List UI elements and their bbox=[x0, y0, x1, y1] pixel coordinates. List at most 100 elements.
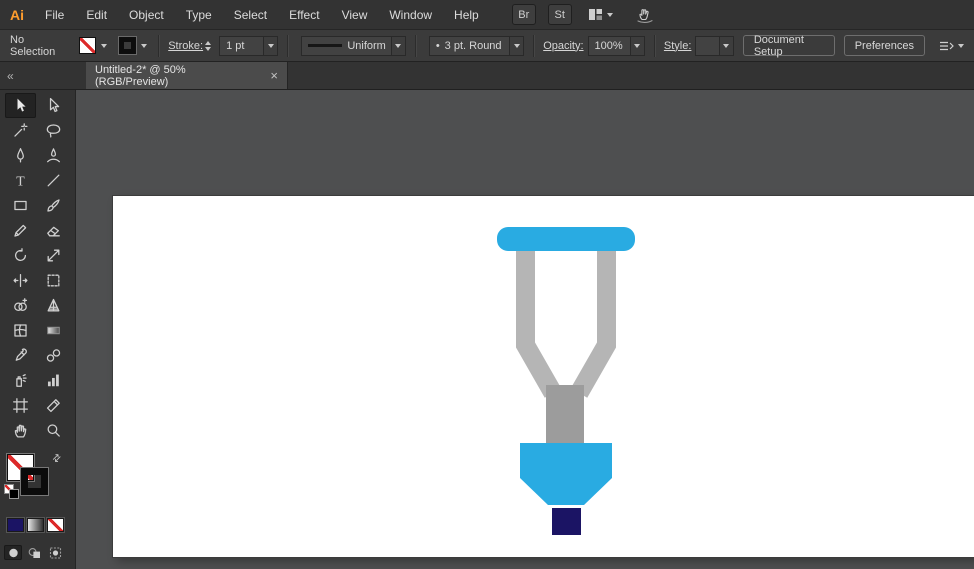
style-dropdown[interactable] bbox=[719, 37, 733, 55]
touch-workspace-button[interactable] bbox=[635, 6, 655, 23]
stroke-color-dropdown[interactable] bbox=[138, 37, 149, 54]
magic-wand-tool[interactable] bbox=[5, 118, 36, 143]
document-setup-button[interactable]: Document Setup bbox=[743, 35, 835, 56]
menu-help[interactable]: Help bbox=[443, 8, 490, 22]
pen-icon bbox=[12, 147, 29, 164]
menu-type[interactable]: Type bbox=[175, 8, 223, 22]
hand-tool[interactable] bbox=[5, 418, 36, 443]
fill-color-dropdown[interactable] bbox=[98, 37, 109, 54]
stroke-swatch[interactable] bbox=[21, 468, 48, 495]
gradient-tool[interactable] bbox=[38, 318, 69, 343]
pencil-tool[interactable] bbox=[5, 218, 36, 243]
type-tool[interactable]: T bbox=[5, 168, 36, 193]
brush-field[interactable]: • 3 pt. Round bbox=[429, 36, 524, 56]
free-transform-icon bbox=[45, 272, 62, 289]
column-graph-tool[interactable] bbox=[38, 368, 69, 393]
preferences-button[interactable]: Preferences bbox=[844, 35, 925, 56]
artboard-icon bbox=[12, 397, 29, 414]
opacity-label[interactable]: Opacity: bbox=[543, 40, 583, 52]
eyedropper-tool[interactable] bbox=[5, 343, 36, 368]
width-profile-dropdown[interactable] bbox=[391, 37, 405, 55]
symbol-sprayer-tool[interactable] bbox=[5, 368, 36, 393]
draw-inside-button[interactable] bbox=[46, 545, 64, 560]
slice-tool[interactable] bbox=[38, 393, 69, 418]
blend-tool[interactable] bbox=[38, 343, 69, 368]
scale-tool[interactable] bbox=[38, 243, 69, 268]
curvature-tool[interactable] bbox=[38, 143, 69, 168]
crutch-underarm-pad[interactable] bbox=[497, 227, 635, 251]
shape-builder-tool[interactable] bbox=[5, 293, 36, 318]
stroke-weight-value: 1 pt bbox=[226, 40, 244, 52]
stepper-down-icon bbox=[205, 47, 211, 51]
shape-builder-icon bbox=[12, 297, 29, 314]
menu-select[interactable]: Select bbox=[223, 8, 278, 22]
menu-file[interactable]: File bbox=[34, 8, 75, 22]
stroke-label[interactable]: Stroke: bbox=[168, 40, 203, 52]
perspective-grid-tool[interactable] bbox=[38, 293, 69, 318]
stroke-weight-field[interactable]: 1 pt bbox=[219, 36, 278, 56]
opacity-dropdown[interactable] bbox=[630, 37, 644, 55]
selection-status: No Selection bbox=[10, 34, 69, 58]
style-label[interactable]: Style: bbox=[664, 40, 692, 52]
column-graph-icon bbox=[45, 372, 62, 389]
crutch-left-rail[interactable] bbox=[526, 245, 554, 393]
rotate-tool[interactable] bbox=[5, 243, 36, 268]
crutch-center-post[interactable] bbox=[546, 385, 584, 445]
chevron-down-icon bbox=[607, 13, 613, 17]
menu-object[interactable]: Object bbox=[118, 8, 175, 22]
line-segment-tool[interactable] bbox=[38, 168, 69, 193]
slice-icon bbox=[45, 397, 62, 414]
stroke-weight-stepper[interactable] bbox=[205, 41, 211, 51]
chevron-down-icon bbox=[141, 44, 147, 48]
free-transform-tool[interactable] bbox=[38, 268, 69, 293]
opacity-field[interactable]: 100% bbox=[588, 36, 645, 56]
collapse-panel-icon[interactable]: « bbox=[7, 62, 14, 89]
none-button[interactable] bbox=[47, 518, 64, 532]
eraser-tool[interactable] bbox=[38, 218, 69, 243]
lasso-tool[interactable] bbox=[38, 118, 69, 143]
tab-close-icon[interactable]: × bbox=[270, 69, 278, 82]
crutch-bottom-cap[interactable] bbox=[520, 443, 612, 505]
rectangle-tool[interactable] bbox=[5, 193, 36, 218]
document-tab[interactable]: Untitled-2* @ 50% (RGB/Preview) × bbox=[86, 62, 288, 89]
menu-view[interactable]: View bbox=[331, 8, 379, 22]
divider bbox=[533, 35, 534, 57]
scale-icon bbox=[45, 247, 62, 264]
zoom-tool[interactable] bbox=[38, 418, 69, 443]
default-fill-stroke-icon[interactable] bbox=[4, 484, 19, 498]
mesh-tool[interactable] bbox=[5, 318, 36, 343]
paintbrush-tool[interactable] bbox=[38, 193, 69, 218]
bridge-button[interactable]: Br bbox=[512, 4, 536, 25]
menu-window[interactable]: Window bbox=[378, 8, 443, 22]
menu-effect[interactable]: Effect bbox=[278, 8, 330, 22]
chevron-down-icon bbox=[634, 44, 640, 48]
artboard[interactable] bbox=[113, 196, 974, 557]
gradient-button[interactable] bbox=[27, 518, 44, 532]
artboard-tool[interactable] bbox=[5, 393, 36, 418]
fill-stroke-indicator: ⇄ bbox=[6, 454, 70, 506]
chevron-down-icon bbox=[101, 44, 107, 48]
color-button[interactable] bbox=[7, 518, 24, 532]
draw-behind-button[interactable] bbox=[25, 545, 43, 560]
fill-color-swatch[interactable] bbox=[79, 37, 96, 54]
brush-dropdown[interactable] bbox=[509, 37, 523, 55]
crutch-rubber-tip[interactable] bbox=[552, 508, 581, 535]
width-icon bbox=[12, 272, 29, 289]
control-panel-menu[interactable] bbox=[938, 39, 964, 53]
draw-normal-button[interactable] bbox=[4, 545, 22, 560]
stroke-weight-dropdown[interactable] bbox=[263, 37, 277, 55]
direct-selection-tool[interactable] bbox=[38, 93, 69, 118]
width-profile-field[interactable]: Uniform bbox=[301, 36, 406, 56]
crutch-right-rail[interactable] bbox=[579, 245, 607, 393]
stroke-color-swatch[interactable] bbox=[119, 37, 136, 54]
menu-edit[interactable]: Edit bbox=[75, 8, 118, 22]
opacity-value: 100% bbox=[595, 40, 623, 52]
stock-button[interactable]: St bbox=[548, 4, 572, 25]
selection-tool[interactable] bbox=[5, 93, 36, 118]
swap-fill-stroke-icon[interactable]: ⇄ bbox=[50, 452, 64, 466]
draw-inside-icon bbox=[49, 547, 62, 559]
width-tool[interactable] bbox=[5, 268, 36, 293]
style-field[interactable] bbox=[695, 36, 733, 56]
pen-tool[interactable] bbox=[5, 143, 36, 168]
workspace-switcher[interactable] bbox=[588, 8, 613, 21]
